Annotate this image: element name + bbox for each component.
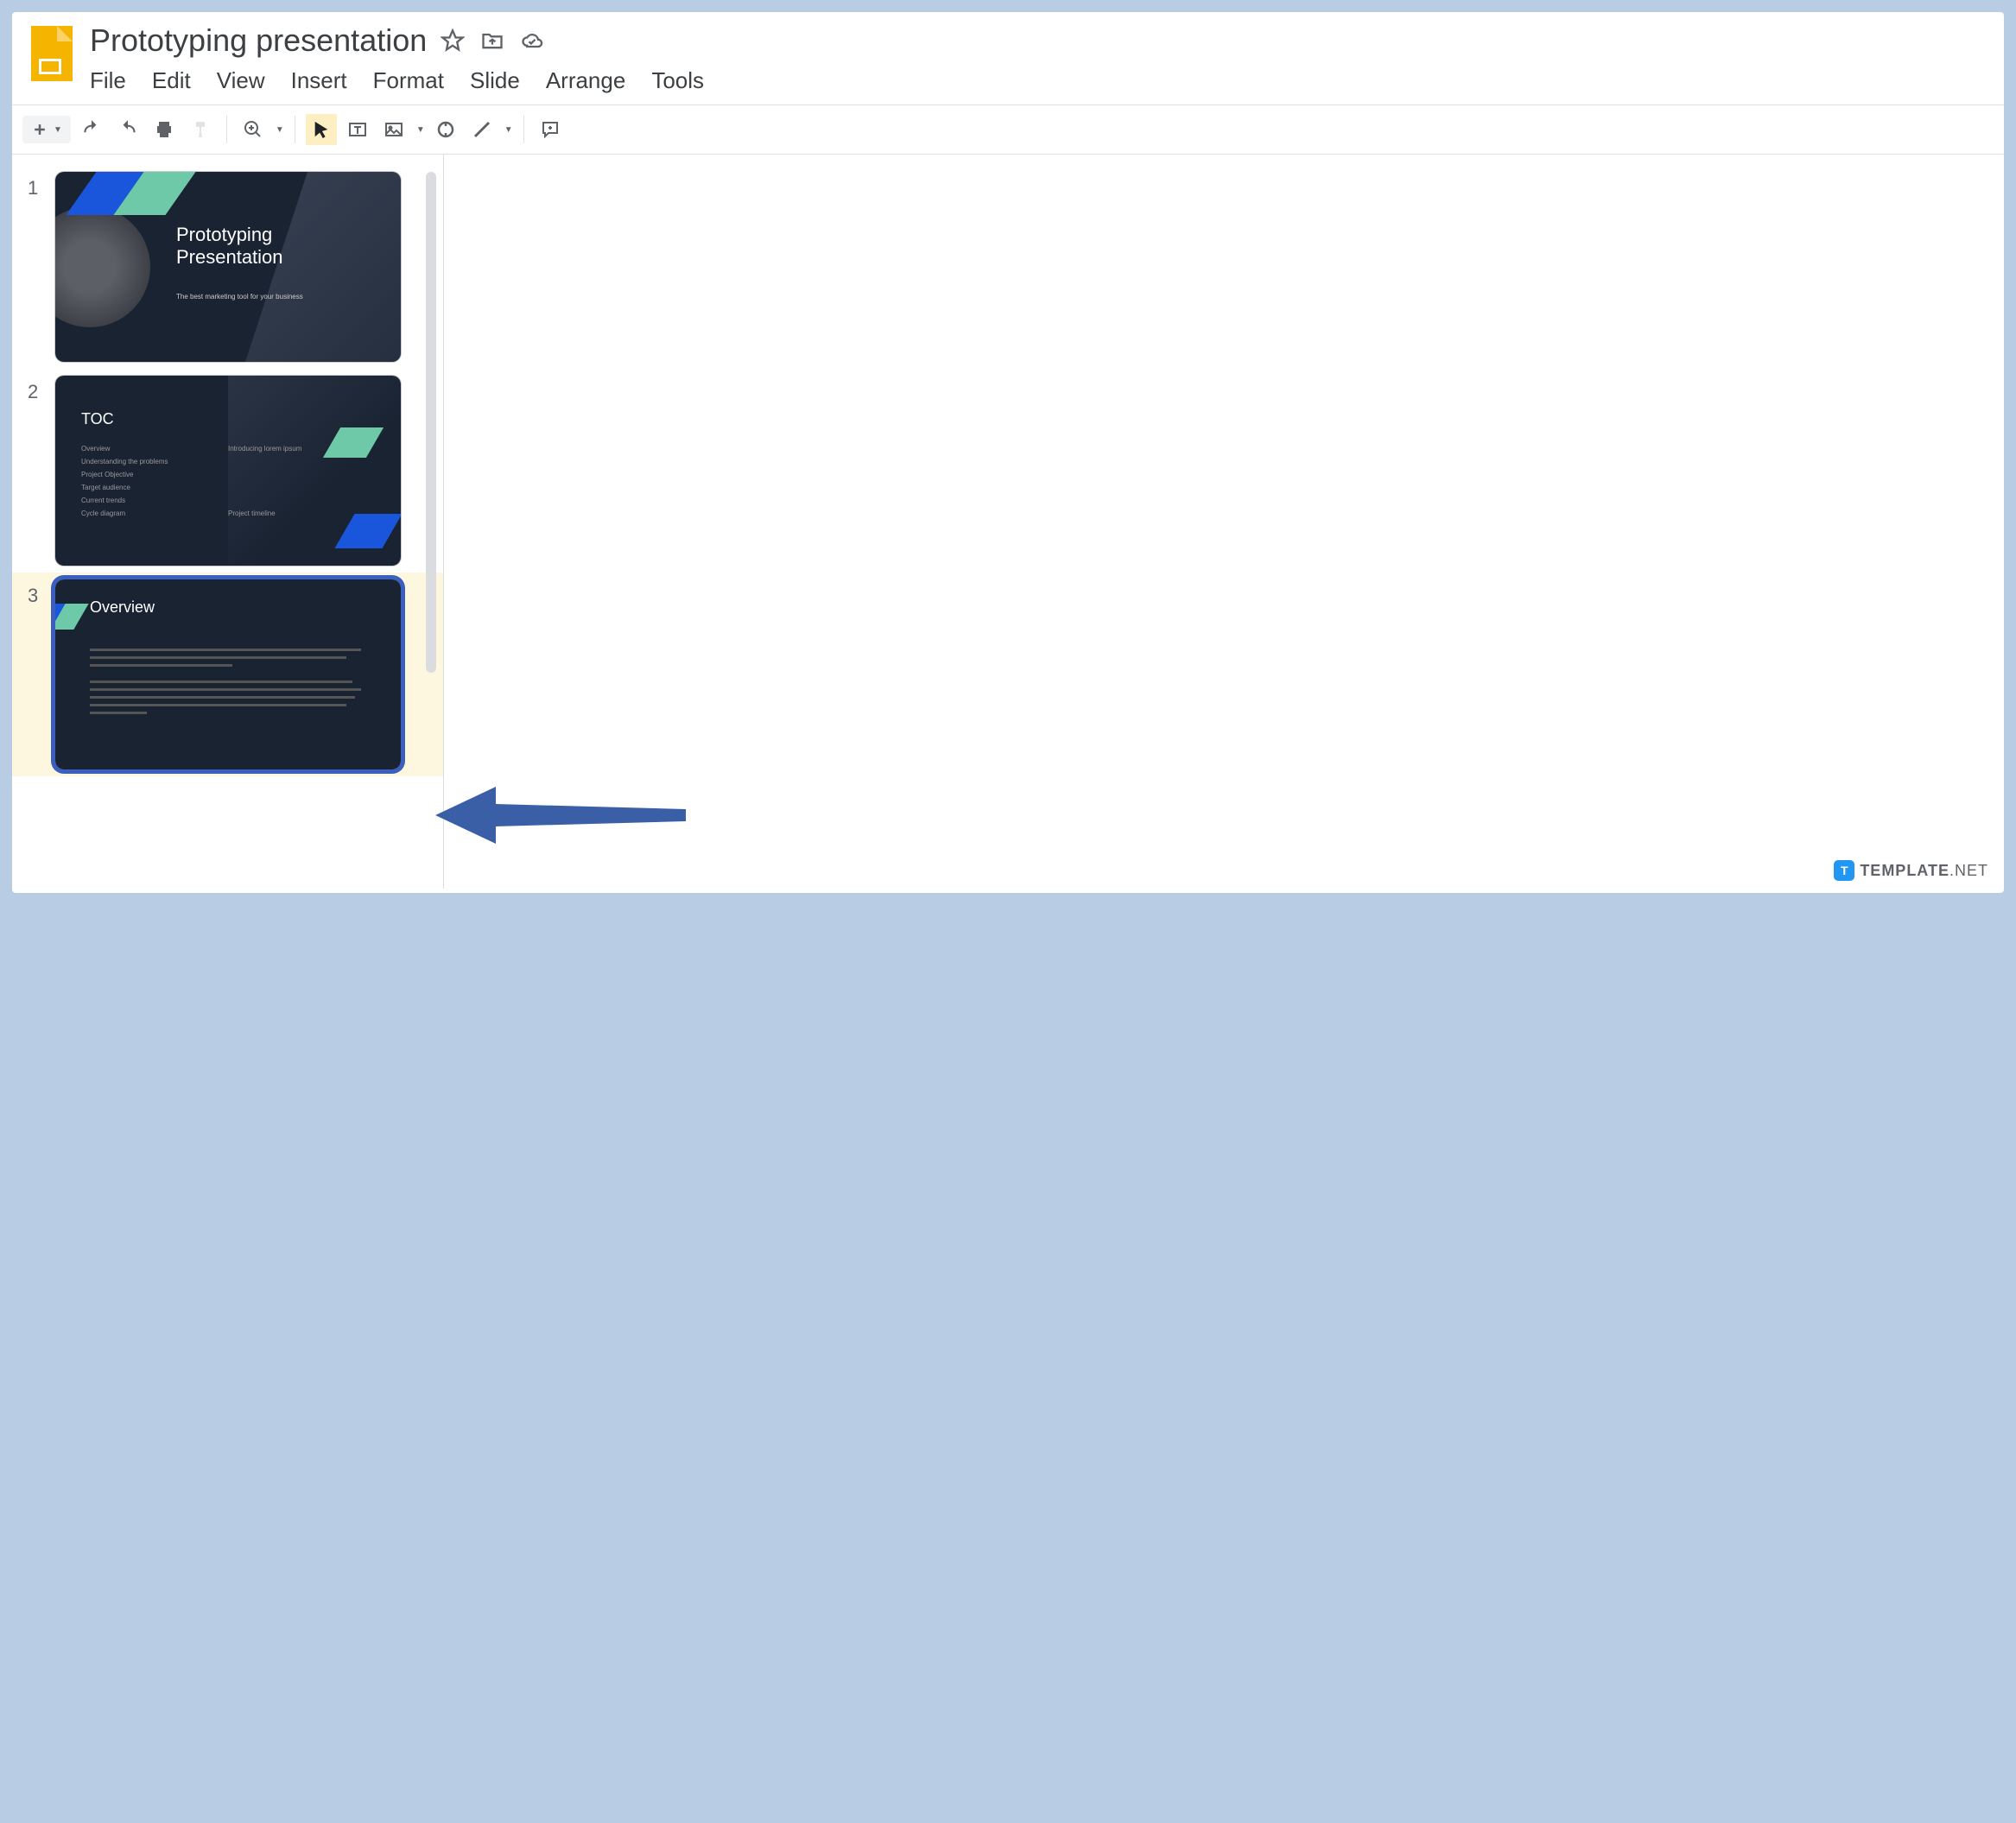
- image-button[interactable]: [378, 114, 409, 145]
- toc-item: Introducing lorem ipsum: [228, 445, 301, 453]
- shape-button[interactable]: [430, 114, 461, 145]
- textbox-button[interactable]: [342, 114, 373, 145]
- slide-row-2[interactable]: 2 TOC Overview Understanding the problem…: [12, 369, 443, 573]
- app-window: Prototyping presentation File Edit View: [12, 12, 2004, 893]
- title-area: Prototyping presentation File Edit View: [90, 22, 1987, 104]
- annotation-arrow: [435, 776, 694, 858]
- star-icon[interactable]: [441, 28, 465, 53]
- toc-item: Current trends: [81, 497, 125, 504]
- slide-1-title: Prototyping Presentation: [176, 224, 283, 269]
- paint-format-button[interactable]: [185, 114, 216, 145]
- toc-item: Cycle diagram: [81, 510, 125, 517]
- toolbar-separator: [226, 116, 227, 143]
- watermark-icon: T: [1834, 860, 1854, 881]
- slide-2-title: TOC: [81, 410, 114, 428]
- zoom-dropdown[interactable]: ▼: [276, 125, 284, 135]
- document-title[interactable]: Prototyping presentation: [90, 22, 427, 59]
- slide-number: 3: [28, 579, 43, 769]
- slide-1-subtitle: The best marketing tool for your busines…: [176, 293, 303, 301]
- content-area: 1 Prototyping Presentation The best mark…: [12, 155, 2004, 889]
- header: Prototyping presentation File Edit View: [12, 12, 2004, 105]
- line-dropdown[interactable]: ▼: [504, 125, 513, 135]
- slide-thumbnail-3[interactable]: Overview: [55, 579, 401, 769]
- new-slide-button[interactable]: ▼: [22, 116, 71, 143]
- text-placeholder: [90, 649, 375, 719]
- toc-item: Overview: [81, 445, 110, 453]
- menu-insert[interactable]: Insert: [291, 67, 347, 94]
- cloud-status-icon[interactable]: [520, 28, 544, 53]
- slide-number: 2: [28, 376, 43, 566]
- line-button[interactable]: [466, 114, 498, 145]
- toc-item: Project timeline: [228, 510, 276, 517]
- toolbar: ▼ ▼ ▼: [12, 105, 2004, 155]
- zoom-button[interactable]: [238, 114, 269, 145]
- menu-edit[interactable]: Edit: [152, 67, 191, 94]
- watermark-text: TEMPLATE.NET: [1860, 862, 1988, 880]
- toc-item: Target audience: [81, 484, 130, 491]
- print-button[interactable]: [149, 114, 180, 145]
- redo-button[interactable]: [112, 114, 143, 145]
- title-row: Prototyping presentation: [90, 22, 1987, 59]
- menu-view[interactable]: View: [217, 67, 265, 94]
- slide-thumbnail-2[interactable]: TOC Overview Understanding the problems …: [55, 376, 401, 566]
- slide-thumbnail-1[interactable]: Prototyping Presentation The best market…: [55, 172, 401, 362]
- menu-format[interactable]: Format: [373, 67, 444, 94]
- watermark: T TEMPLATE.NET: [1834, 860, 1988, 881]
- image-dropdown[interactable]: ▼: [416, 125, 425, 135]
- toolbar-separator: [523, 116, 524, 143]
- menu-bar: File Edit View Insert Format Slide Arran…: [90, 67, 1987, 104]
- select-tool-button[interactable]: [306, 114, 337, 145]
- undo-button[interactable]: [76, 114, 107, 145]
- slide-panel: 1 Prototyping Presentation The best mark…: [12, 155, 444, 889]
- menu-file[interactable]: File: [90, 67, 126, 94]
- slide-3-title: Overview: [90, 598, 155, 617]
- toc-item: Understanding the problems: [81, 458, 168, 465]
- slide-row-1[interactable]: 1 Prototyping Presentation The best mark…: [12, 165, 443, 369]
- slide-number: 1: [28, 172, 43, 362]
- toc-item: Project Objective: [81, 471, 133, 478]
- slides-logo: [29, 24, 74, 85]
- menu-arrange[interactable]: Arrange: [546, 67, 626, 94]
- menu-tools[interactable]: Tools: [651, 67, 704, 94]
- slide-canvas[interactable]: [444, 155, 2004, 889]
- comment-button[interactable]: [535, 114, 566, 145]
- decorative-circle: [55, 206, 150, 327]
- menu-slide[interactable]: Slide: [470, 67, 520, 94]
- move-folder-icon[interactable]: [480, 28, 504, 53]
- slide-row-3[interactable]: 3 Overview: [12, 573, 443, 776]
- scrollbar[interactable]: [426, 172, 436, 673]
